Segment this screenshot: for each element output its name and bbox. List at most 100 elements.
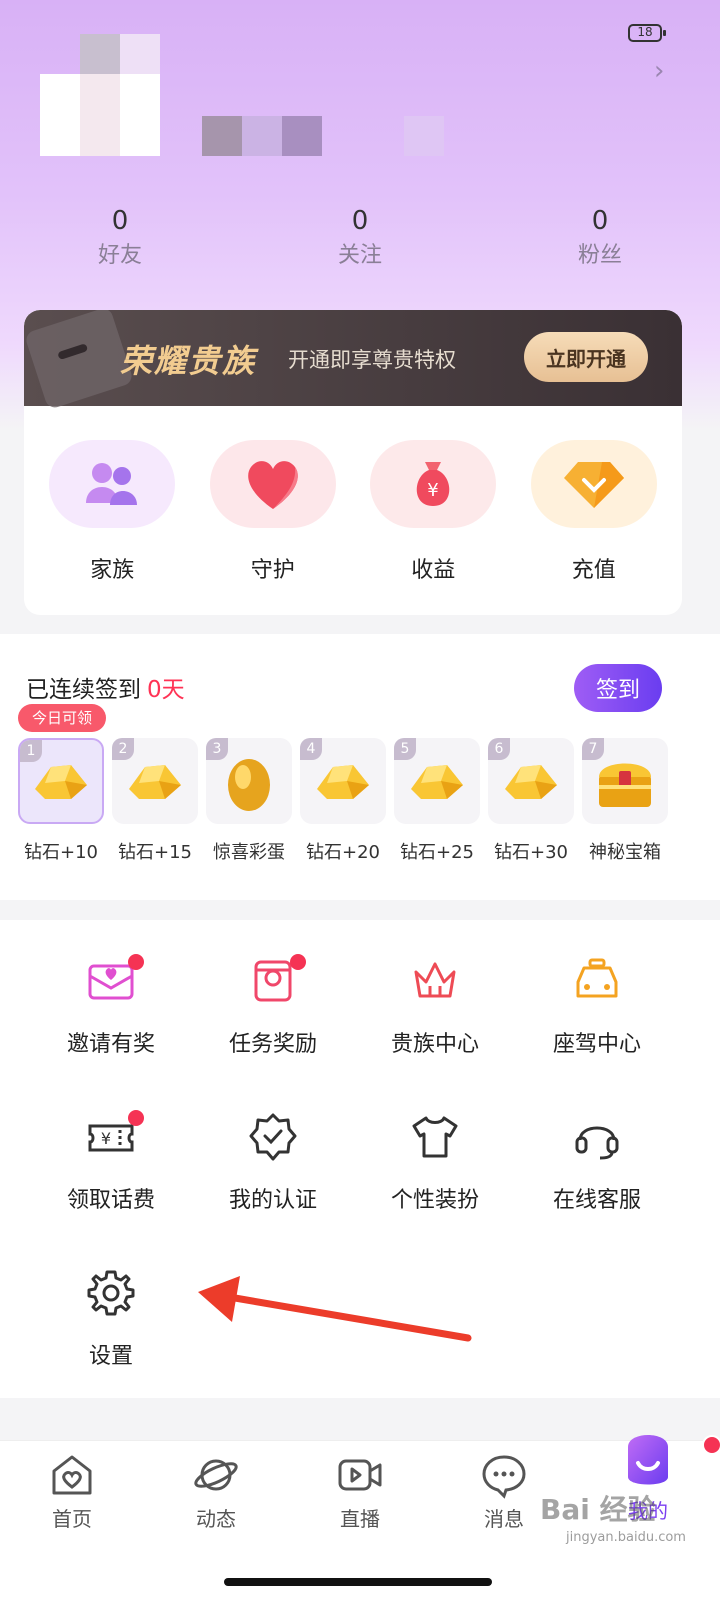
stat-value: 0 [591, 206, 609, 236]
menu-my-verification[interactable]: 我的认证 [192, 1112, 354, 1268]
checkin-day-3[interactable]: 3 惊喜彩蛋 [206, 738, 292, 864]
menu-label: 任务奖励 [228, 1032, 317, 1057]
ticket-icon: ¥ [86, 1110, 144, 1162]
svg-text:¥: ¥ [428, 480, 439, 501]
family-icon [49, 440, 176, 528]
notification-dot [290, 954, 306, 970]
menu-settings[interactable]: 设置 [30, 1268, 192, 1424]
menu-label: 个性装扮 [390, 1188, 479, 1213]
stat-label: 好友 [97, 243, 142, 268]
checkin-section: 已连续签到0天 签到 今日可领 1 钻石+10 2 钻石+15 3 惊喜彩蛋 [0, 634, 720, 900]
reward-label: 钻石+25 [400, 842, 474, 863]
svg-text:¥: ¥ [101, 1129, 111, 1148]
menu-invite[interactable]: 邀请有奖 [30, 954, 192, 1112]
gold-ingot-icon [35, 765, 87, 799]
crown-icon [410, 956, 460, 1006]
day-number: 4 [300, 738, 322, 760]
stat-label: 关注 [337, 243, 382, 268]
checkin-day-5[interactable]: 5 钻石+25 [394, 738, 480, 864]
diamond-icon [530, 440, 657, 528]
quick-guard[interactable]: 守护 [198, 440, 348, 584]
quick-label: 收益 [411, 558, 456, 583]
quick-recharge[interactable]: 充值 [519, 440, 669, 584]
heart-icon [209, 440, 336, 528]
checkin-title: 已连续签到 0天 [26, 677, 185, 703]
checkin-day-1[interactable]: 1 钻石+10 [18, 738, 104, 864]
reward-label: 神秘宝箱 [589, 842, 661, 863]
car-icon [572, 956, 622, 1006]
quick-family[interactable]: 家族 [37, 440, 187, 584]
menu-dress-up[interactable]: 个性装扮 [354, 1112, 516, 1268]
checkin-days-count: 0天 [147, 677, 185, 703]
vip-banner[interactable]: 荣耀贵族 开通即享尊贵特权 立即开通 [24, 310, 682, 410]
menu-label: 在线客服 [552, 1188, 641, 1213]
menu-phone-credit[interactable]: ¥ 领取话费 [30, 1110, 192, 1268]
tab-label: 动态 [196, 1507, 236, 1531]
menu-task-reward[interactable]: 任务奖励 [192, 954, 354, 1112]
reward-label: 钻石+30 [494, 842, 568, 863]
menu-label: 我的认证 [228, 1188, 317, 1213]
quick-label: 家族 [90, 558, 135, 583]
checkin-day-4[interactable]: 4 钻石+20 [300, 738, 386, 864]
checkin-day-6[interactable]: 6 钻石+30 [488, 738, 574, 864]
menu-label: 设置 [88, 1344, 133, 1369]
watermark-url: jingyan.baidu.com [566, 1530, 686, 1545]
stat-fans[interactable]: 0 粉丝 [480, 204, 720, 274]
day-number: 6 [488, 738, 510, 760]
gold-ingot-icon [505, 765, 557, 799]
gear-icon [86, 1268, 136, 1318]
profile-stats: 0 好友 0 关注 0 粉丝 [0, 204, 720, 274]
today-available-tag: 今日可领 [18, 704, 107, 732]
vip-title: 荣耀贵族 [120, 342, 257, 380]
quick-label: 充值 [571, 558, 616, 583]
home-indicator[interactable] [224, 1578, 492, 1586]
checkin-day-2[interactable]: 2 钻石+15 [112, 738, 198, 864]
quick-actions-card: 荣耀贵族 开通即享尊贵特权 立即开通 家族 守护 ¥ 收益 充值 [24, 310, 682, 615]
vip-open-button[interactable]: 立即开通 [524, 332, 648, 382]
checkin-day-7[interactable]: 7 神秘宝箱 [582, 738, 668, 864]
checkin-button[interactable]: 签到 [574, 664, 662, 712]
menu-label: 领取话费 [66, 1188, 155, 1213]
golden-egg-icon [228, 759, 270, 811]
vip-subtitle: 开通即享尊贵特权 [288, 348, 456, 372]
reward-label: 钻石+15 [118, 842, 192, 863]
gold-ingot-icon [129, 765, 181, 799]
day-number: 7 [582, 738, 604, 760]
menu-label: 邀请有奖 [66, 1032, 155, 1057]
tab-live[interactable]: 直播 [288, 1441, 432, 1551]
menu-noble-center[interactable]: 贵族中心 [354, 956, 516, 1112]
menu-customer-service[interactable]: 在线客服 [516, 1112, 678, 1268]
menu-label: 座驾中心 [552, 1032, 641, 1057]
headset-icon [572, 1112, 622, 1162]
reward-label: 钻石+20 [306, 842, 380, 863]
gold-ingot-icon [317, 765, 369, 799]
profile-chevron-right-icon[interactable]: › [654, 56, 664, 86]
tab-home[interactable]: 首页 [0, 1441, 144, 1551]
reward-label: 钻石+10 [24, 842, 98, 863]
day-number: 1 [20, 740, 42, 762]
stat-value: 0 [111, 206, 129, 236]
watermark-brand: Bai 经验 [540, 1493, 656, 1526]
stat-friends[interactable]: 0 好友 [0, 204, 240, 274]
reward-label: 惊喜彩蛋 [213, 842, 285, 863]
planet-icon [192, 1451, 240, 1499]
quick-earnings[interactable]: ¥ 收益 [358, 440, 508, 584]
username [202, 116, 462, 156]
notification-dot [702, 1435, 720, 1455]
stat-value: 0 [351, 206, 369, 236]
avatar[interactable] [40, 34, 162, 156]
task-reward-icon [248, 954, 306, 1006]
tab-label: 首页 [52, 1507, 92, 1531]
message-icon [480, 1451, 528, 1499]
menu-vehicle-center[interactable]: 座驾中心 [516, 956, 678, 1112]
menu-label: 贵族中心 [390, 1032, 479, 1057]
live-video-icon [336, 1451, 384, 1499]
stat-label: 粉丝 [577, 243, 622, 268]
feature-menu: 邀请有奖 任务奖励 贵族中心 座驾中心 ¥ 领取话费 我的认证 个性装扮 在线客… [0, 920, 720, 1398]
tab-feed[interactable]: 动态 [144, 1441, 288, 1551]
profile-mascot-icon [616, 1427, 720, 1491]
money-bag-icon: ¥ [370, 440, 497, 528]
day-number: 3 [206, 738, 228, 760]
day-number: 2 [112, 738, 134, 760]
stat-following[interactable]: 0 关注 [240, 204, 480, 274]
